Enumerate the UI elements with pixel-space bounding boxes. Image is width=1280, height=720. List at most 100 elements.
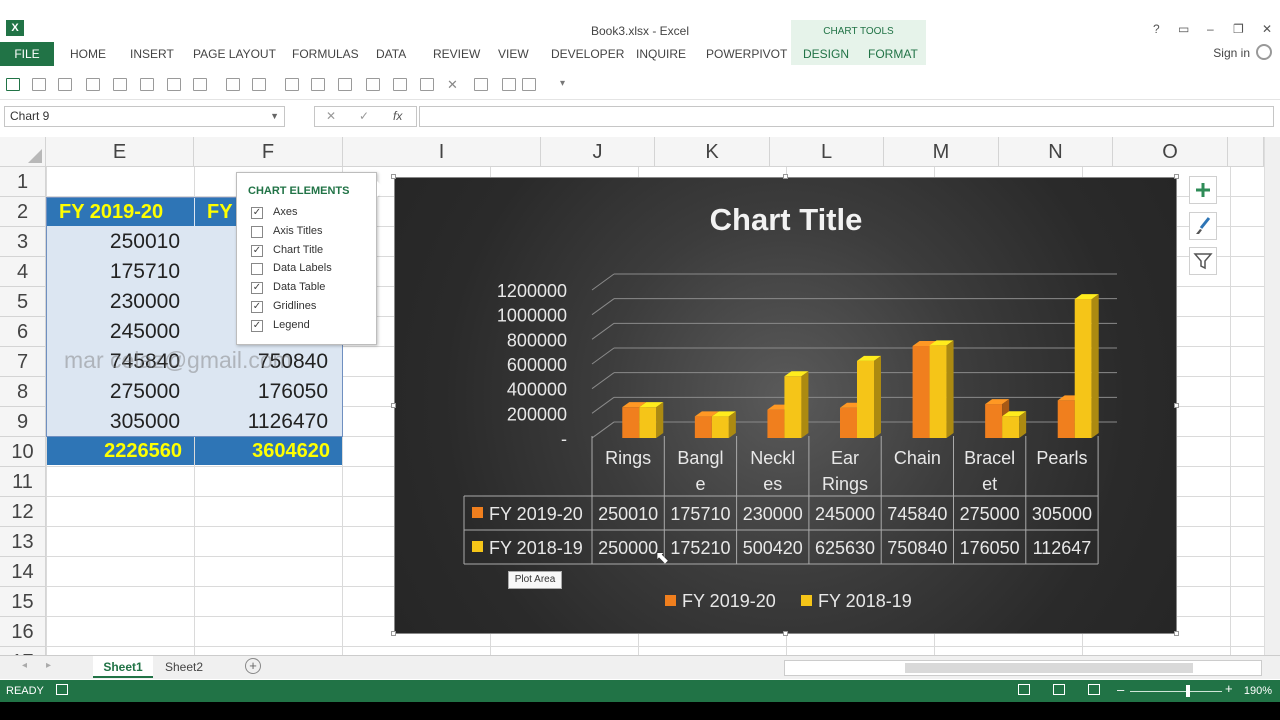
header-cell-fy-2018-19[interactable]: FY	[195, 198, 236, 226]
chart-elements-button[interactable]	[1189, 176, 1217, 204]
resize-handle-se[interactable]	[1174, 631, 1179, 636]
tab-inquire[interactable]: INQUIRE	[636, 42, 686, 66]
column-header-k[interactable]: K	[655, 137, 770, 167]
chart-area[interactable]: Chart Title 1200000 1000000 800000 600000 400…	[394, 177, 1177, 634]
user-icon[interactable]	[1256, 44, 1272, 60]
resize-handle-w[interactable]	[391, 403, 396, 408]
column-header-p[interactable]	[1228, 137, 1264, 167]
close-button[interactable]: ✕	[1262, 22, 1272, 36]
sign-in-link[interactable]: Sign in	[1213, 46, 1250, 60]
row-header[interactable]: 4	[0, 257, 46, 287]
row-header[interactable]: 15	[0, 587, 46, 617]
row-header[interactable]: 14	[0, 557, 46, 587]
customize-toolbar-icon[interactable]: ▾	[560, 78, 574, 91]
row-header[interactable]: 6	[0, 317, 46, 347]
tab-page-layout[interactable]: PAGE LAYOUT	[193, 42, 276, 66]
tab-file[interactable]: FILE	[0, 42, 54, 66]
row-header[interactable]: 7	[0, 347, 46, 377]
column-header-f[interactable]: F	[194, 137, 343, 167]
chart-styles-button[interactable]	[1189, 212, 1217, 240]
zoom-level[interactable]: 190%	[1244, 685, 1272, 697]
row-header[interactable]: 3	[0, 227, 46, 257]
row-header[interactable]: 11	[0, 467, 46, 497]
header-cell-fy-2019-20[interactable]: FY 2019-20	[47, 198, 194, 226]
cell-e-value[interactable]: 305000	[47, 407, 194, 436]
shape-icon[interactable]	[311, 78, 325, 91]
lock-icon[interactable]	[32, 78, 46, 91]
cell-e-value[interactable]: 245000	[47, 317, 194, 346]
page-layout-view-icon[interactable]	[1053, 684, 1065, 695]
horizontal-scroll-thumb[interactable]	[905, 663, 1193, 673]
tab-review[interactable]: REVIEW	[433, 42, 480, 66]
row-header[interactable]: 9	[0, 407, 46, 437]
vertical-scrollbar[interactable]	[1264, 137, 1280, 655]
chart-filters-button[interactable]	[1189, 247, 1217, 275]
column-header-l[interactable]: L	[770, 137, 884, 167]
cell-f-value[interactable]: 1126470	[195, 407, 342, 436]
column-header-j[interactable]: J	[541, 137, 655, 167]
tab-powerpivot[interactable]: POWERPIVOT	[706, 42, 787, 66]
checkbox[interactable]	[251, 263, 263, 276]
align-right-icon[interactable]	[420, 78, 434, 91]
format-icon[interactable]	[522, 78, 536, 91]
formula-input[interactable]	[419, 106, 1274, 127]
table-icon[interactable]	[58, 78, 72, 91]
find-icon[interactable]	[285, 78, 299, 91]
border-icon[interactable]	[474, 78, 488, 91]
column-header-i[interactable]: I	[343, 137, 541, 167]
chart-icon[interactable]	[193, 78, 207, 91]
select-all-corner[interactable]	[0, 137, 46, 167]
group-icon[interactable]	[338, 78, 352, 91]
ribbon-display-icon[interactable]: ▭	[1178, 22, 1189, 36]
cell-f-value[interactable]: 176050	[195, 377, 342, 406]
tab-design[interactable]: DESIGN	[803, 42, 849, 66]
copy-icon[interactable]	[86, 78, 100, 91]
scroll-left-icon[interactable]: ◂	[22, 660, 27, 671]
tab-home[interactable]: HOME	[70, 42, 106, 66]
page-break-view-icon[interactable]	[1088, 684, 1100, 695]
row-header[interactable]: 10	[0, 437, 46, 467]
paste-icon[interactable]	[167, 78, 181, 91]
align-left-icon[interactable]	[366, 78, 380, 91]
checkbox[interactable]	[251, 225, 263, 238]
cell-e-value[interactable]: 175710	[47, 257, 194, 286]
insert-function-icon[interactable]: fx	[393, 109, 402, 123]
tab-formulas[interactable]: FORMULAS	[292, 42, 359, 66]
sheet-tab-sheet1[interactable]: Sheet1	[93, 656, 153, 678]
tab-data[interactable]: DATA	[376, 42, 406, 66]
checkbox[interactable]: ✓	[251, 244, 263, 257]
scroll-right-icon[interactable]: ▸	[46, 660, 51, 671]
name-box[interactable]: Chart 9 ▼	[4, 106, 285, 127]
checkbox[interactable]: ✓	[251, 282, 263, 295]
macro-record-icon[interactable]	[56, 684, 68, 695]
horizontal-scrollbar[interactable]	[784, 660, 1262, 676]
row-header[interactable]: 12	[0, 497, 46, 527]
resize-handle-sw[interactable]	[391, 631, 396, 636]
align-center-icon[interactable]	[393, 78, 407, 91]
sheet-tab-sheet2[interactable]: Sheet2	[156, 656, 212, 678]
cell-e-value[interactable]: 275000	[47, 377, 194, 406]
resize-handle-n[interactable]	[783, 174, 788, 179]
row-header[interactable]: 8	[0, 377, 46, 407]
row-header[interactable]: 16	[0, 617, 46, 647]
total-cell-f[interactable]: 3604620	[195, 437, 342, 465]
resize-handle-ne[interactable]	[1174, 174, 1179, 179]
save-icon[interactable]	[6, 78, 20, 91]
resize-handle-e[interactable]	[1174, 403, 1179, 408]
row-header[interactable]: 5	[0, 287, 46, 317]
form-icon[interactable]	[113, 78, 127, 91]
help-icon[interactable]: ?	[1153, 22, 1160, 36]
zoom-slider[interactable]	[1130, 691, 1222, 692]
zoom-in-icon[interactable]: +	[1225, 681, 1233, 696]
cell-e-value[interactable]: 230000	[47, 287, 194, 316]
row-header[interactable]: 1	[0, 167, 46, 197]
checkbox[interactable]: ✓	[251, 301, 263, 313]
normal-view-icon[interactable]	[1018, 684, 1030, 695]
restore-button[interactable]: ❐	[1233, 22, 1244, 36]
filter-icon[interactable]	[226, 78, 240, 91]
column-header-n[interactable]: N	[999, 137, 1113, 167]
zoom-slider-thumb[interactable]	[1186, 685, 1190, 697]
checkbox[interactable]: ✓	[251, 207, 263, 219]
chevron-down-icon[interactable]: ▼	[270, 107, 279, 126]
new-sheet-icon[interactable]: +	[245, 658, 261, 674]
